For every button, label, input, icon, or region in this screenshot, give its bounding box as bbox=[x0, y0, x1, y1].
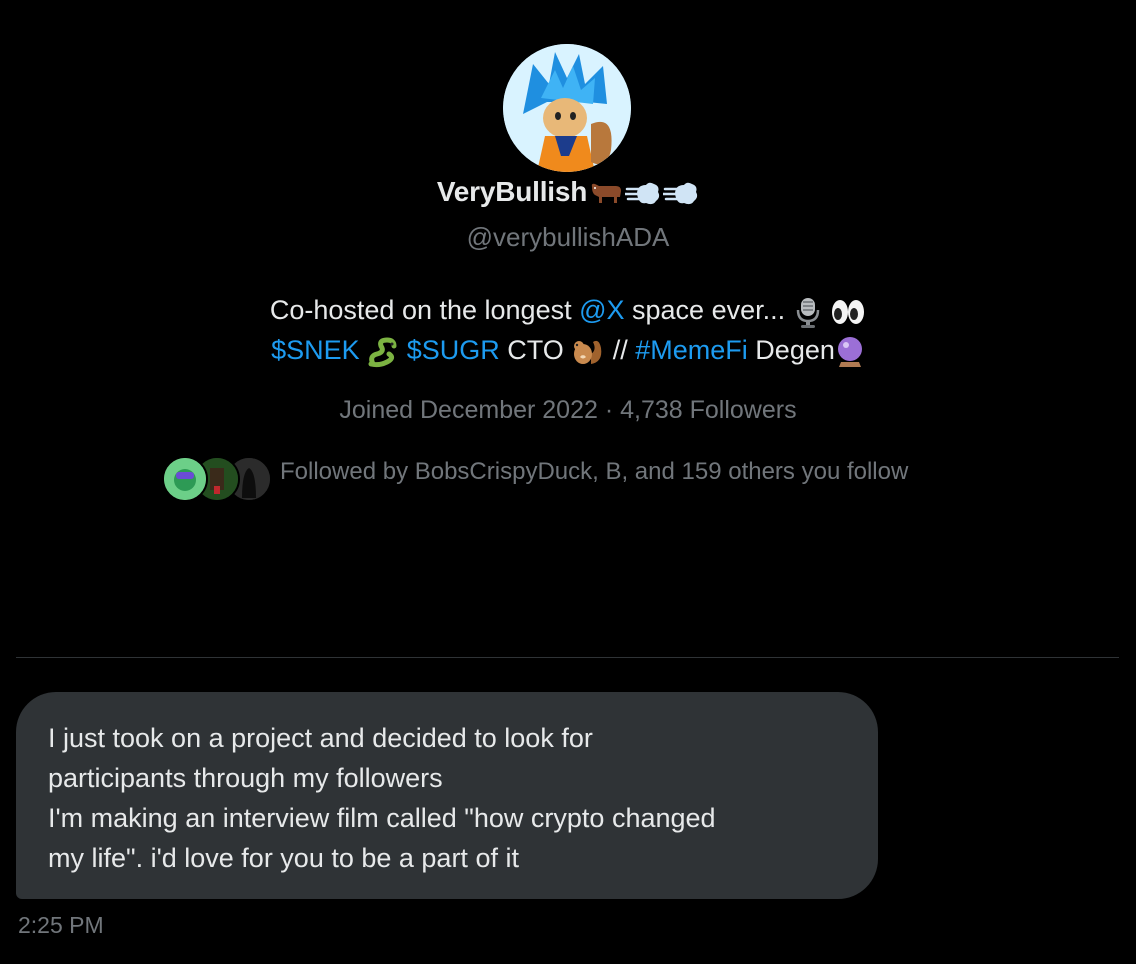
follower-avatar bbox=[162, 456, 208, 502]
bio-line-1: Co-hosted on the longest @X space ever..… bbox=[0, 290, 1136, 330]
display-name-text: VeryBullish bbox=[436, 176, 588, 207]
bio-text: Degen bbox=[747, 335, 835, 365]
bio-text: Co-hosted on the longest bbox=[269, 295, 580, 325]
hashtag-link[interactable]: #MemeFi bbox=[635, 335, 748, 365]
bio-line-2: $SNEK $SUGR CTO // #MemeFi Degen bbox=[0, 330, 1136, 370]
profile-display-name: VeryBullish bbox=[0, 176, 1136, 209]
profile-meta: Joined December 2022 · 4,738 Followers bbox=[0, 396, 1136, 425]
meta-separator: · bbox=[597, 396, 621, 424]
followed-by-row[interactable]: Followed by BobsCrispyDuck, B, and 159 o… bbox=[162, 455, 908, 503]
cashtag-link[interactable]: $SUGR bbox=[407, 335, 500, 365]
joined-date: Joined December 2022 bbox=[339, 396, 598, 424]
bull-emoji-icon bbox=[591, 183, 622, 203]
bio-text: CTO bbox=[499, 335, 572, 365]
bio-text: // bbox=[612, 335, 636, 365]
message-timestamp: 2:25 PM bbox=[18, 912, 104, 938]
snake-emoji-icon bbox=[368, 337, 397, 368]
mention-link[interactable]: @X bbox=[579, 295, 624, 325]
crystal-ball-emoji-icon bbox=[837, 336, 862, 367]
dash-emoji-icon bbox=[663, 182, 698, 204]
message-bubble[interactable]: I just took on a project and decided to … bbox=[16, 692, 878, 899]
eyes-emoji-icon bbox=[832, 299, 865, 324]
cashtag-link[interactable]: $SNEK bbox=[271, 335, 360, 365]
microphone-emoji-icon bbox=[796, 297, 819, 328]
profile-handle: @verybullishADA bbox=[466, 222, 670, 252]
section-divider bbox=[16, 657, 1119, 658]
bio-text: space ever... bbox=[624, 295, 793, 325]
profile-bio: Co-hosted on the longest @X space ever..… bbox=[0, 290, 1136, 370]
followers-count[interactable]: 4,738 Followers bbox=[620, 396, 796, 424]
followed-by-text: Followed by BobsCrispyDuck, B, and 159 o… bbox=[280, 458, 909, 485]
profile-avatar[interactable] bbox=[503, 44, 631, 172]
dash-emoji-icon bbox=[625, 182, 660, 204]
chipmunk-emoji-icon bbox=[574, 340, 602, 364]
message-text: I just took on a project and decided to … bbox=[48, 723, 716, 873]
